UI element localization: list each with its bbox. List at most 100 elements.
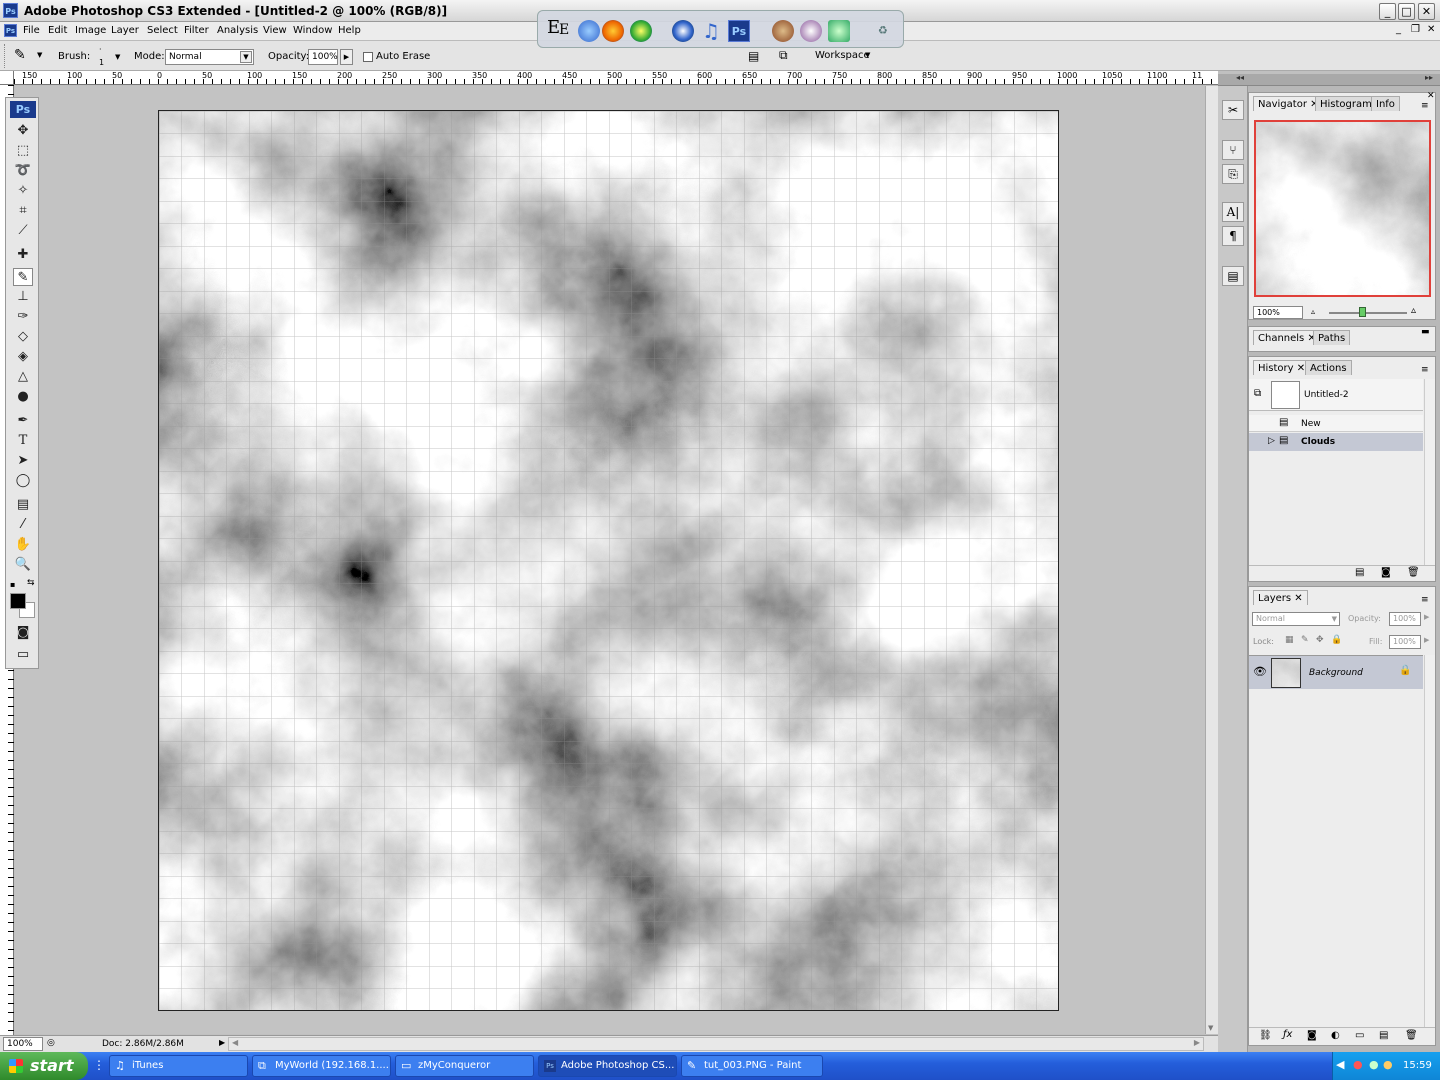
- history-pointer-icon[interactable]: ▷: [1268, 436, 1275, 446]
- workspace-chevron-down-icon[interactable]: ▼: [865, 51, 870, 59]
- menu-layer[interactable]: Layer: [111, 25, 139, 36]
- ruler-origin[interactable]: [0, 71, 14, 85]
- layers-scrollbar[interactable]: [1424, 655, 1435, 1027]
- hand-tool-icon[interactable]: ✋: [13, 536, 33, 554]
- foreground-color-swatch[interactable]: [10, 593, 26, 609]
- dock-expand-right-icon[interactable]: ▸▸: [1425, 73, 1433, 82]
- close-button[interactable]: ✕: [1418, 3, 1435, 20]
- layer-opacity-arrow-icon[interactable]: ▶: [1424, 613, 1429, 621]
- tab-actions[interactable]: Actions: [1305, 360, 1352, 375]
- quick-mask-icon[interactable]: ◙: [13, 624, 33, 642]
- blend-mode-select[interactable]: Normal ▼: [1252, 612, 1340, 626]
- clock[interactable]: 15:59: [1403, 1060, 1432, 1071]
- menu-window[interactable]: Window: [293, 25, 332, 36]
- adjustment-layer-icon[interactable]: ◐: [1331, 1030, 1340, 1041]
- menu-file[interactable]: File: [23, 25, 40, 36]
- zoom-in-icon[interactable]: ▵: [1411, 305, 1416, 316]
- firefox-icon[interactable]: [602, 20, 624, 42]
- blur-tool-icon[interactable]: △: [13, 368, 33, 386]
- maximize-button[interactable]: □: [1398, 3, 1415, 20]
- recycle-icon[interactable]: ♻: [878, 24, 888, 37]
- tab-layers[interactable]: Layers ✕: [1253, 590, 1308, 605]
- paint-bucket-icon[interactable]: ◈: [13, 348, 33, 366]
- dock-collapse-left-icon[interactable]: ◂◂: [1236, 73, 1244, 82]
- scroll-right-arrow-icon[interactable]: ▶: [1194, 1038, 1200, 1047]
- task-zmyconqueror[interactable]: ▭ zMyConqueror: [395, 1055, 534, 1077]
- panel-menu-icon[interactable]: ≡: [1421, 101, 1429, 111]
- clone-source-icon[interactable]: ⎘: [1222, 164, 1244, 184]
- history-item-selected[interactable]: ▷ ▤ Clouds: [1249, 433, 1423, 451]
- healing-brush-icon[interactable]: ✚: [13, 246, 33, 264]
- eraser-tool-icon[interactable]: ◇: [13, 328, 33, 346]
- tray-messenger-icon[interactable]: ●: [1383, 1058, 1393, 1071]
- auto-erase-checkbox[interactable]: [363, 52, 373, 62]
- sims-icon[interactable]: [828, 20, 850, 42]
- menu-help[interactable]: Help: [338, 25, 361, 36]
- shape-tool-icon[interactable]: ◯: [13, 472, 33, 490]
- zoom-out-icon[interactable]: ▵: [1311, 307, 1315, 316]
- zoom-tool-icon[interactable]: 🔍: [13, 556, 33, 574]
- ie-icon[interactable]: [672, 20, 694, 42]
- layer-comps-icon[interactable]: ▤: [1222, 266, 1244, 286]
- doc-close-button[interactable]: ✕: [1427, 24, 1435, 35]
- notes-tool-icon[interactable]: ▤: [13, 496, 33, 514]
- magic-wand-icon[interactable]: ✧: [13, 182, 33, 200]
- lasso-tool-icon[interactable]: ➰: [13, 162, 33, 180]
- layer-opacity-input[interactable]: 100%: [1389, 612, 1421, 626]
- lock-pixels-icon[interactable]: ✎: [1301, 635, 1309, 645]
- task-itunes[interactable]: ♫ iTunes: [109, 1055, 248, 1077]
- minimize-button[interactable]: _: [1379, 3, 1396, 20]
- opacity-input[interactable]: 100%: [308, 49, 338, 65]
- fill-input[interactable]: 100%: [1389, 635, 1421, 649]
- network-icon[interactable]: [578, 20, 600, 42]
- vertical-scrollbar[interactable]: ▼: [1205, 86, 1218, 1034]
- delete-layer-trash-icon[interactable]: 🗑: [1405, 1030, 1418, 1041]
- character-icon[interactable]: A|: [1222, 202, 1244, 222]
- workspace-menu[interactable]: Workspace: [815, 50, 870, 61]
- type-tool-icon[interactable]: T: [13, 432, 33, 450]
- default-colors-icon[interactable]: ▪: [10, 580, 15, 589]
- layer-visibility-eye-icon[interactable]: 👁: [1253, 665, 1267, 678]
- globe-icon[interactable]: [630, 20, 652, 42]
- navigator-thumbnail[interactable]: [1254, 120, 1431, 297]
- menu-select[interactable]: Select: [147, 25, 178, 36]
- task-photoshop[interactable]: Ps Adobe Photoshop CS...: [538, 1055, 677, 1077]
- history-brush-icon[interactable]: ✑: [13, 308, 33, 326]
- stamp-tool-icon[interactable]: ⊥: [13, 288, 33, 306]
- move-tool-icon[interactable]: ✥: [13, 122, 33, 140]
- tab-channels[interactable]: Channels ✕: [1253, 330, 1321, 345]
- tab-navigator[interactable]: Navigator ✕: [1253, 96, 1324, 111]
- quick-launch-grip-icon[interactable]: ⋮: [93, 1058, 105, 1072]
- history-scrollbar[interactable]: [1424, 379, 1435, 565]
- pencil-tool-icon[interactable]: ✎: [14, 47, 26, 63]
- itunes-note-icon[interactable]: ♫: [702, 19, 720, 43]
- start-button[interactable]: start: [0, 1052, 88, 1080]
- doc-restore-button[interactable]: ❐: [1411, 24, 1420, 35]
- menu-analysis[interactable]: Analysis: [217, 25, 258, 36]
- document-canvas[interactable]: [158, 110, 1059, 1011]
- tab-info[interactable]: Info: [1371, 96, 1400, 111]
- tool-presets-icon[interactable]: ✂: [1222, 100, 1244, 120]
- file-browser-icon[interactable]: ▤: [748, 49, 759, 63]
- delete-state-trash-icon[interactable]: 🗑: [1407, 567, 1420, 578]
- menu-view[interactable]: View: [263, 25, 287, 36]
- menu-filter[interactable]: Filter: [184, 25, 209, 36]
- link-layers-icon[interactable]: ⛓: [1259, 1030, 1272, 1041]
- eyedropper-icon[interactable]: ⁄: [13, 516, 33, 534]
- tray-network-icon[interactable]: ●: [1369, 1058, 1379, 1071]
- scroll-down-arrow-icon[interactable]: ▼: [1208, 1024, 1213, 1032]
- marquee-tool-icon[interactable]: ⬚: [13, 142, 33, 160]
- new-snapshot-icon[interactable]: ◙: [1381, 567, 1391, 578]
- mode-select[interactable]: Normal ▼: [165, 49, 254, 65]
- layer-mask-icon[interactable]: ◙: [1307, 1030, 1317, 1041]
- zoom-slider-thumb[interactable]: [1359, 307, 1366, 317]
- mode-chevron-down-icon[interactable]: ▼: [240, 51, 252, 63]
- pencil-tool-active-icon[interactable]: ✎: [13, 268, 33, 286]
- slice-tool-icon[interactable]: ⟋: [13, 222, 33, 240]
- palette-well-icon[interactable]: ⧉: [779, 48, 788, 63]
- pen-tool-icon[interactable]: ✒: [13, 412, 33, 430]
- history-item[interactable]: ▤ New: [1249, 415, 1423, 432]
- fill-arrow-icon[interactable]: ▶: [1424, 636, 1429, 644]
- layer-style-fx-icon[interactable]: ƒx: [1283, 1029, 1292, 1040]
- crop-tool-icon[interactable]: ⌗: [13, 202, 33, 220]
